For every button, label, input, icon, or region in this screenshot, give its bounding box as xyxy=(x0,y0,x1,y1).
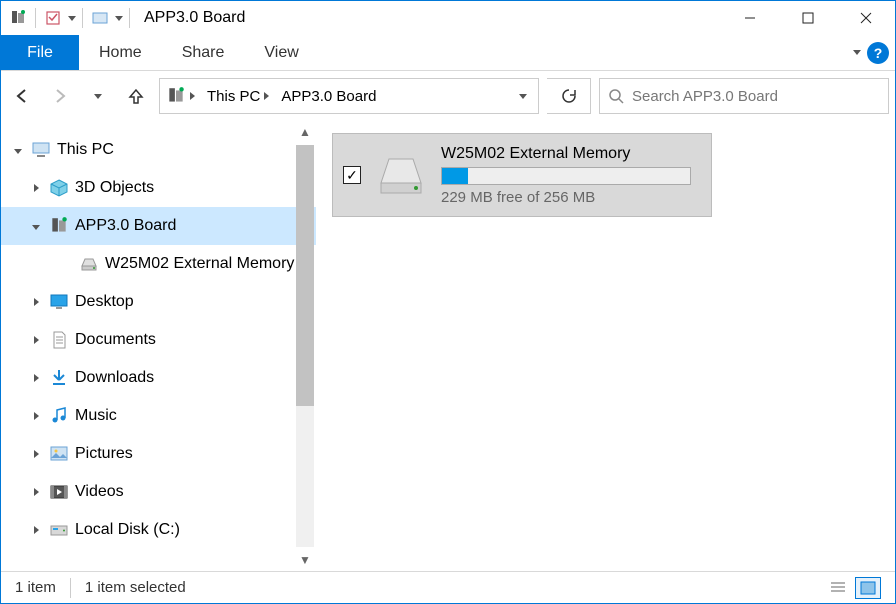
tree-item-videos[interactable]: Videos xyxy=(1,473,316,511)
tree-item-documents[interactable]: Documents xyxy=(1,321,316,359)
tab-share[interactable]: Share xyxy=(162,35,245,70)
scroll-up-icon[interactable]: ▲ xyxy=(294,121,316,143)
tree-label: Music xyxy=(75,407,117,425)
disk-icon xyxy=(49,520,69,540)
downloads-icon xyxy=(49,368,69,388)
breadcrumb-seg-current[interactable]: APP3.0 Board xyxy=(275,79,382,113)
navigation-pane: This PC 3D Objects APP3.0 Board W25M02 E… xyxy=(1,121,316,571)
titlebar: APP3.0 Board xyxy=(1,1,895,35)
address-bar-row: This PC APP3.0 Board xyxy=(1,71,895,121)
status-item-count: 1 item xyxy=(15,579,56,596)
monitor-icon xyxy=(31,140,51,160)
search-box[interactable] xyxy=(599,78,889,114)
back-button[interactable] xyxy=(7,81,37,111)
tree-item-local-disk[interactable]: Local Disk (C:) xyxy=(1,511,316,549)
chevron-right-icon xyxy=(34,526,39,534)
maximize-button[interactable] xyxy=(779,1,837,35)
tiles-view-button[interactable] xyxy=(855,577,881,599)
chevron-down-icon xyxy=(32,225,40,230)
pictures-icon xyxy=(49,444,69,464)
search-input[interactable] xyxy=(632,88,880,105)
breadcrumb-root-icon[interactable] xyxy=(160,79,201,113)
recent-locations-button[interactable] xyxy=(83,81,113,111)
tree-label: W25M02 External Memory xyxy=(105,255,294,273)
close-button[interactable] xyxy=(837,1,895,35)
chevron-down-icon xyxy=(14,149,22,154)
drive-icon xyxy=(79,254,99,274)
window-title: APP3.0 Board xyxy=(144,9,245,27)
ribbon-collapse-icon[interactable] xyxy=(853,50,861,55)
chevron-right-icon xyxy=(190,92,195,100)
breadcrumb-label: APP3.0 Board xyxy=(281,88,376,105)
tree-label: Local Disk (C:) xyxy=(75,521,180,539)
tree-item-music[interactable]: Music xyxy=(1,397,316,435)
status-bar: 1 item 1 item selected xyxy=(1,571,895,603)
help-button[interactable]: ? xyxy=(867,42,889,64)
tab-home[interactable]: Home xyxy=(79,35,162,70)
drive-capacity-bar xyxy=(441,167,691,185)
nav-pane-scrollbar[interactable]: ▲ ▼ xyxy=(294,121,316,571)
music-icon xyxy=(49,406,69,426)
tree-item-downloads[interactable]: Downloads xyxy=(1,359,316,397)
tree-label: Pictures xyxy=(75,445,133,463)
refresh-button[interactable] xyxy=(547,78,591,114)
videos-icon xyxy=(49,482,69,502)
breadcrumb-seg-thispc[interactable]: This PC xyxy=(201,79,275,113)
chevron-right-icon xyxy=(34,450,39,458)
address-bar[interactable]: This PC APP3.0 Board xyxy=(159,78,539,114)
cube-icon xyxy=(49,178,69,198)
tree-label: Videos xyxy=(75,483,124,501)
tree-item-external-memory[interactable]: W25M02 External Memory xyxy=(1,245,316,283)
qat-newfolder-icon[interactable] xyxy=(89,7,111,29)
breadcrumb-label: This PC xyxy=(207,88,260,105)
qat-dropdown-icon[interactable] xyxy=(68,16,76,21)
tree-this-pc[interactable]: This PC xyxy=(1,131,316,169)
tree-label: Downloads xyxy=(75,369,154,387)
board-icon xyxy=(49,216,69,236)
search-icon xyxy=(608,88,624,104)
ribbon: File Home Share View ? xyxy=(1,35,895,71)
details-view-button[interactable] xyxy=(825,577,851,599)
up-button[interactable] xyxy=(121,81,151,111)
tree-item-3d-objects[interactable]: 3D Objects xyxy=(1,169,316,207)
tree-label: This PC xyxy=(57,141,114,159)
item-checkbox[interactable]: ✓ xyxy=(343,166,361,184)
tree-item-pictures[interactable]: Pictures xyxy=(1,435,316,473)
desktop-icon xyxy=(49,292,69,312)
status-selected-count: 1 item selected xyxy=(85,579,186,596)
chevron-right-icon xyxy=(34,374,39,382)
scroll-down-icon[interactable]: ▼ xyxy=(294,549,316,571)
drive-icon xyxy=(371,145,431,205)
qat-customize-icon[interactable] xyxy=(115,16,123,21)
forward-button[interactable] xyxy=(45,81,75,111)
drive-item[interactable]: ✓ W25M02 External Memory 229 MB free of … xyxy=(332,133,712,217)
chevron-right-icon xyxy=(264,92,269,100)
chevron-right-icon xyxy=(34,412,39,420)
documents-icon xyxy=(49,330,69,350)
tree-label: APP3.0 Board xyxy=(75,217,176,235)
tree-item-desktop[interactable]: Desktop xyxy=(1,283,316,321)
tab-view[interactable]: View xyxy=(244,35,318,70)
chevron-right-icon xyxy=(34,488,39,496)
chevron-right-icon xyxy=(34,336,39,344)
chevron-right-icon xyxy=(34,184,39,192)
tree-label: Desktop xyxy=(75,293,134,311)
drive-name: W25M02 External Memory xyxy=(441,145,701,163)
tree-item-app30-board[interactable]: APP3.0 Board xyxy=(1,207,316,245)
app-icon xyxy=(7,7,29,29)
file-tab[interactable]: File xyxy=(1,35,79,70)
content-pane: ✓ W25M02 External Memory 229 MB free of … xyxy=(316,121,895,571)
chevron-right-icon xyxy=(34,298,39,306)
address-history-dropdown[interactable] xyxy=(506,79,538,113)
minimize-button[interactable] xyxy=(721,1,779,35)
tree-label: 3D Objects xyxy=(75,179,154,197)
drive-status-text: 229 MB free of 256 MB xyxy=(441,189,701,206)
qat-properties-icon[interactable] xyxy=(42,7,64,29)
tree-label: Documents xyxy=(75,331,156,349)
